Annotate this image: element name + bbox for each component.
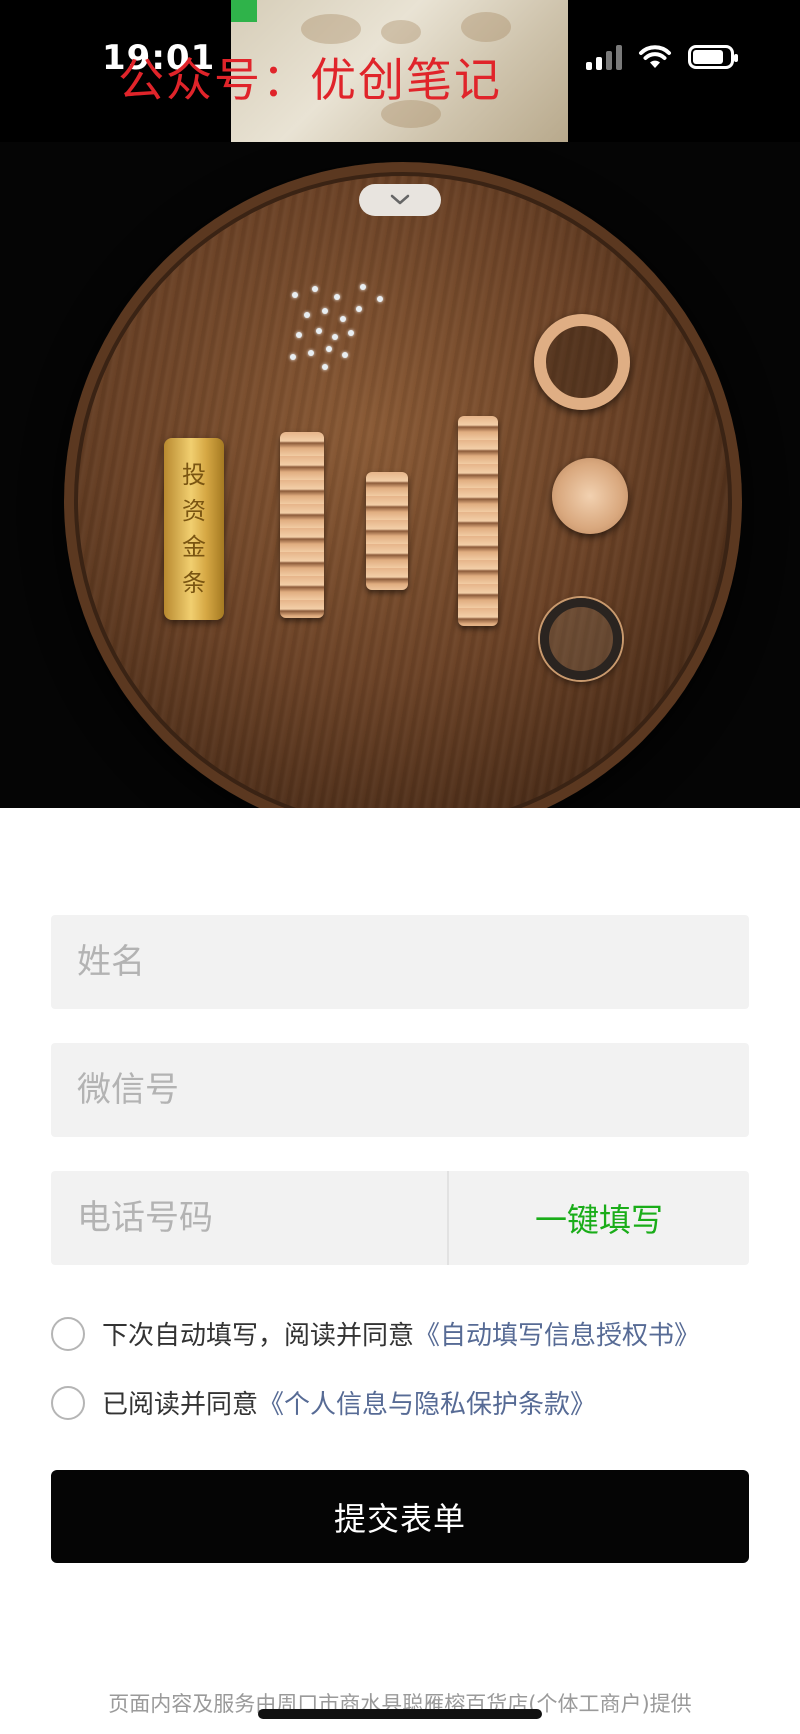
gold-bar: 投 资 金 条 [164, 438, 224, 620]
watch-bezel [540, 598, 622, 680]
phone-input[interactable] [51, 1171, 447, 1265]
watch-bracelet-short [366, 472, 408, 590]
consent-autofill-row[interactable]: 下次自动填写，阅读并同意《自动填写信息授权书》 [51, 1315, 700, 1352]
gold-bar-char: 投 [182, 461, 206, 489]
name-input[interactable] [51, 915, 749, 1009]
name-field[interactable] [51, 915, 749, 1009]
phone-field: 一键填写 [51, 1171, 749, 1265]
consent-privacy-row[interactable]: 已阅读并同意《个人信息与隐私保护条款》 [51, 1384, 596, 1421]
gold-bar-char: 条 [182, 569, 206, 597]
watch-case [534, 314, 630, 410]
watch-clasp [458, 416, 498, 626]
collapse-handle[interactable] [359, 184, 441, 216]
watch-bracelet-long [280, 432, 324, 618]
consent-privacy-text: 已阅读并同意 [102, 1390, 259, 1420]
signal-icon [586, 44, 622, 70]
autofill-authorization-link[interactable]: 《自动填写信息授权书》 [414, 1321, 700, 1351]
watch-caseback [552, 458, 628, 534]
wechat-field[interactable] [51, 1043, 749, 1137]
submit-button[interactable]: 提交表单 [51, 1470, 749, 1563]
hero-image: 投 资 金 条 [0, 142, 800, 808]
diamonds [282, 282, 392, 372]
status-bar: 19:01 公众号：优创笔记 [0, 0, 800, 142]
gold-bar-char: 资 [182, 497, 206, 525]
privacy-terms-link[interactable]: 《个人信息与隐私保护条款》 [258, 1390, 596, 1420]
chevron-down-icon [390, 194, 410, 205]
consent-autofill-text: 下次自动填写，阅读并同意 [102, 1321, 415, 1351]
consent-autofill-radio[interactable] [51, 1316, 85, 1351]
gold-bar-char: 金 [182, 533, 206, 561]
consent-privacy-radio[interactable] [51, 1385, 85, 1420]
wechat-input[interactable] [51, 1043, 749, 1137]
autofill-button[interactable]: 一键填写 [449, 1171, 749, 1265]
watermark-text: 公众号：优创笔记 [118, 53, 502, 107]
battery-icon [688, 45, 738, 69]
wifi-icon [639, 45, 671, 68]
home-indicator[interactable] [258, 1709, 542, 1719]
status-icons [586, 44, 738, 70]
